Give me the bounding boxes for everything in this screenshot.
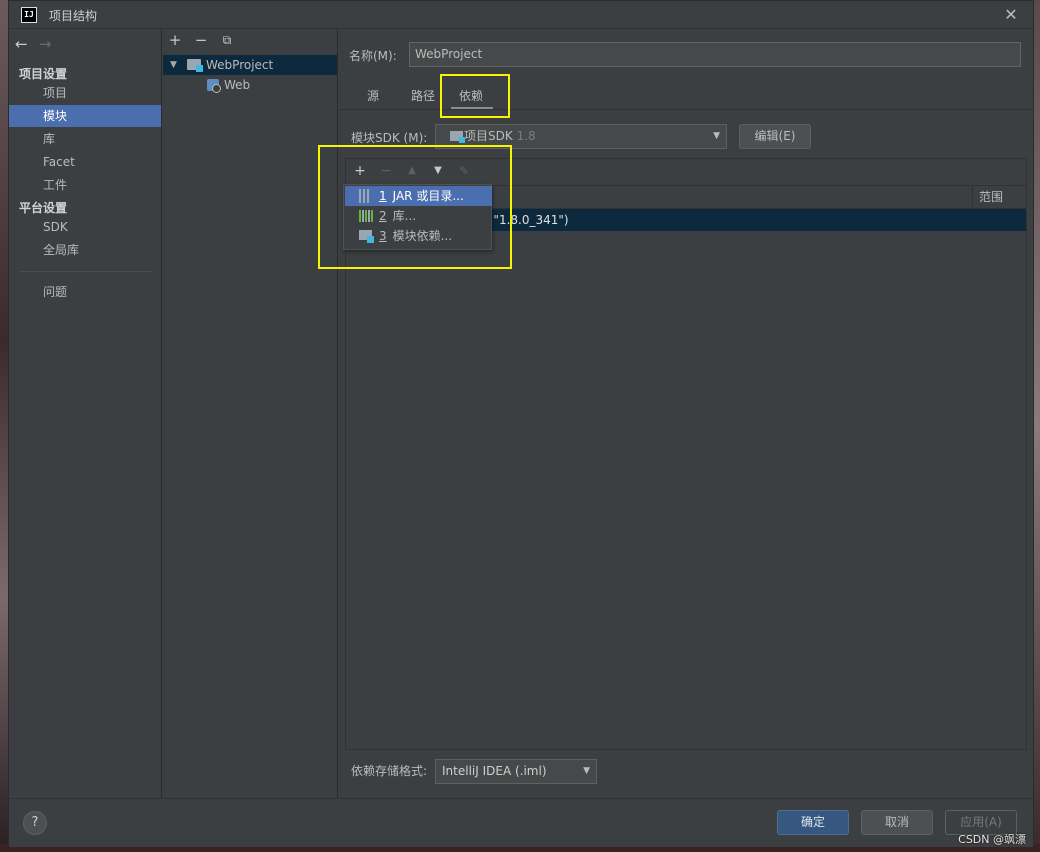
nav-item-artifacts[interactable]: 工件 (9, 174, 161, 196)
edit-pencil-icon[interactable]: ✎ (455, 162, 473, 180)
tree-item-label: WebProject (206, 58, 274, 72)
module-settings-panel: 名称(M): WebProject 源 路径 依赖 模块SDK (M): 项目S… (339, 29, 1033, 798)
tab-dependencies[interactable]: 依赖 (451, 87, 494, 110)
dependency-label: n "1.8.0_341") (482, 213, 569, 227)
back-arrow-icon[interactable]: ← (15, 35, 35, 53)
scope-column-header[interactable]: 范围 (972, 186, 1028, 208)
name-label: 名称(M): (349, 49, 397, 63)
nav-item-problems[interactable]: 问题 (9, 281, 161, 303)
module-sdk-select[interactable]: 项目SDK 1.8 ▼ (435, 124, 727, 149)
dependencies-toolbar: + − ▲ ▼ ✎ (346, 159, 1026, 183)
copy-icon[interactable]: ⧉ (218, 31, 236, 49)
module-tree-panel: + − ⧉ ▼ WebProject Web (162, 29, 338, 798)
add-dependency-icon[interactable]: + (351, 162, 369, 180)
tree-toolbar: + − ⧉ (162, 29, 337, 53)
tab-sources[interactable]: 源 (367, 87, 379, 107)
sdk-value: 项目SDK (464, 129, 513, 143)
popup-item-label: 库... (392, 209, 417, 223)
nav-section-platform-settings: 平台设置 (19, 201, 68, 215)
storage-format-select[interactable]: IntelliJ IDEA (.iml) ▼ (435, 759, 597, 784)
tab-label: 路径 (411, 89, 436, 103)
tab-label: 依赖 (459, 89, 484, 103)
remove-dependency-icon[interactable]: − (377, 162, 395, 180)
sdk-folder-icon (450, 131, 465, 143)
nav-divider (19, 271, 153, 272)
background-left (0, 0, 8, 852)
cancel-button[interactable]: 取消 (861, 810, 933, 835)
move-down-icon[interactable]: ▼ (429, 162, 447, 180)
module-icon (359, 230, 374, 243)
popup-item-label: 模块依赖... (392, 229, 453, 243)
popup-item-label: JAR 或目录... (392, 189, 464, 203)
tab-paths[interactable]: 路径 (411, 87, 435, 107)
help-button[interactable]: ? (23, 811, 47, 835)
watermark: CSDN @飒漂 (958, 833, 1026, 846)
forward-arrow-icon[interactable]: → (39, 35, 59, 53)
nav-item-global-libraries[interactable]: 全局库 (9, 239, 161, 261)
nav-item-modules[interactable]: 模块 (9, 105, 161, 127)
chevron-down-icon: ▼ (583, 766, 590, 776)
sdk-version: 1.8 (516, 129, 536, 143)
module-folder-icon (187, 59, 203, 72)
add-icon[interactable]: + (166, 31, 184, 49)
project-structure-dialog: IJ 项目结构 ✕ ← → 项目设置 项目 模块 库 Facet 工件 平台设置… (8, 0, 1034, 847)
storage-format-value: IntelliJ IDEA (.iml) (442, 764, 547, 778)
nav-item-project[interactable]: 项目 (9, 82, 161, 104)
popup-item-library[interactable]: 2 库... (345, 206, 492, 226)
move-up-icon[interactable]: ▲ (403, 162, 421, 180)
nav-item-sdk[interactable]: SDK (9, 216, 161, 238)
module-sdk-label: 模块SDK (M): (351, 131, 428, 145)
popup-item-mnemonic: 2 (379, 209, 387, 223)
add-dependency-popup: 1 JAR 或目录... 2 库... 3 模块依赖... (343, 184, 492, 250)
chevron-down-icon[interactable]: ▼ (170, 55, 177, 75)
window-title: 项目结构 (49, 9, 98, 23)
nav-section-project-settings: 项目设置 (19, 67, 68, 81)
popup-item-jar[interactable]: 1 JAR 或目录... (345, 186, 492, 206)
popup-item-mnemonic: 3 (379, 229, 387, 243)
settings-nav: ← → 项目设置 项目 模块 库 Facet 工件 平台设置 SDK 全局库 问… (9, 29, 162, 798)
tabs-divider (339, 109, 1033, 110)
storage-format-label: 依赖存储格式: (351, 764, 428, 778)
tree-item-web[interactable]: Web (163, 75, 337, 95)
background-right (1034, 0, 1040, 852)
title-bar: IJ 项目结构 ✕ (9, 1, 1033, 29)
name-input[interactable]: WebProject (409, 42, 1021, 67)
dialog-button-bar: ? 确定 取消 应用(A) (9, 798, 1033, 847)
tab-label: 源 (367, 89, 380, 103)
nav-item-libraries[interactable]: 库 (9, 128, 161, 150)
popup-item-module-dependency[interactable]: 3 模块依赖... (345, 226, 492, 246)
library-icon (359, 210, 373, 222)
jar-icon (359, 189, 371, 203)
web-facet-icon (207, 79, 221, 93)
close-icon[interactable]: ✕ (1001, 5, 1021, 25)
nav-item-facets[interactable]: Facet (9, 151, 161, 173)
intellij-logo-icon: IJ (21, 7, 37, 23)
tree-item-webproject[interactable]: ▼ WebProject (163, 55, 337, 75)
tree-item-label: Web (224, 78, 251, 92)
ok-button[interactable]: 确定 (777, 810, 849, 835)
chevron-down-icon: ▼ (713, 131, 720, 141)
popup-item-mnemonic: 1 (379, 189, 387, 203)
edit-sdk-button[interactable]: 编辑(E) (739, 124, 811, 149)
remove-icon[interactable]: − (192, 31, 210, 49)
nav-arrows: ← → (15, 35, 59, 53)
